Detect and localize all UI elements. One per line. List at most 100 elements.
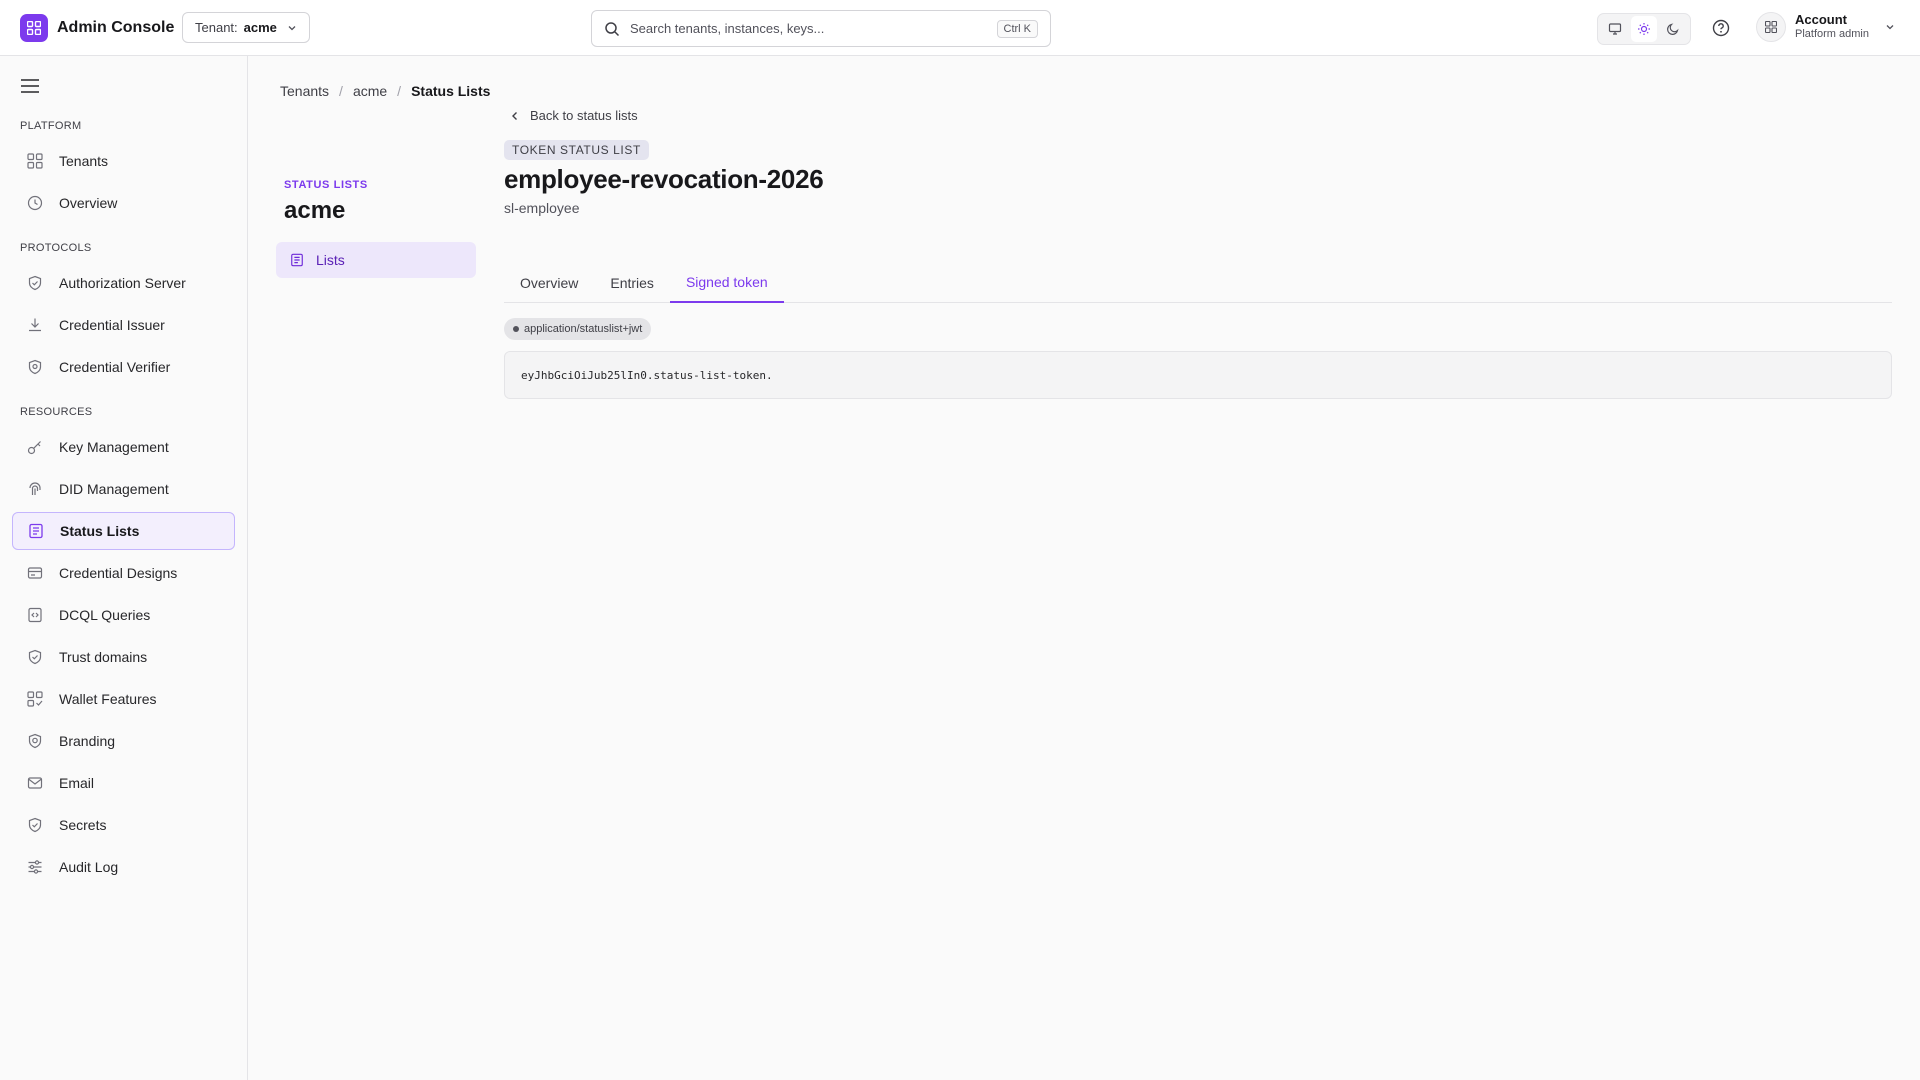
sun-icon[interactable] [1630,16,1657,42]
tab-overview[interactable]: Overview [504,262,594,303]
global-search[interactable]: Search tenants, instances, keys... Ctrl … [591,10,1051,47]
page-subtitle: sl-employee [504,200,580,216]
sub-sidebar-item-label: Lists [316,252,345,268]
account-role: Platform admin [1795,28,1869,41]
sidebar-item-credential-issuer[interactable]: Credential Issuer [12,306,235,344]
chevron-left-icon [510,111,520,121]
sidebar-item-label: Key Management [59,439,169,455]
clock-icon [26,194,44,212]
grid-check-icon [26,690,44,708]
signed-token-value: eyJhbGciOiJub25lIn0.status-list-token. [521,368,773,382]
sidebar-item-branding[interactable]: Branding [12,722,235,760]
list-document-icon [290,253,304,267]
sidebar-item-label: Secrets [59,817,107,833]
sidebar-item-audit-log[interactable]: Audit Log [12,848,235,886]
badge-shield-icon [26,732,44,750]
back-link[interactable]: Back to status lists [510,108,638,123]
media-type-badge: application/statuslist+jwt [504,318,652,340]
sidebar-item-label: Branding [59,733,116,749]
media-type-label: application/statuslist+jwt [524,323,643,335]
avatar [1756,12,1786,42]
account-name: Account [1795,12,1847,28]
sidebar-item-label: Credential Issuer [59,317,165,333]
tab-bar: Overview Entries Signed token [504,262,1892,303]
sidebar-item-trust-domains[interactable]: Trust domains [12,638,235,676]
sub-sidebar-title: acme [284,197,346,224]
breadcrumb-separator: / [397,83,402,99]
sidebar: PLATFORM Tenants Overview PROTOCOLS Auth… [0,56,248,1080]
id-card-icon [26,564,44,582]
app-logo-icon [20,14,48,42]
sidebar-item-credential-verifier[interactable]: Credential Verifier [12,348,235,386]
sidebar-item-wallet-features[interactable]: Wallet Features [12,680,235,718]
sidebar-item-label: Overview [59,195,118,211]
download-icon [26,316,44,334]
search-icon [604,21,620,37]
theme-switcher [1597,13,1691,45]
section-label-platform: PLATFORM [20,120,82,132]
key-icon [26,438,44,456]
sidebar-item-label: Trust domains [59,649,148,665]
sidebar-item-label: DID Management [59,481,169,497]
sidebar-item-secrets[interactable]: Secrets [12,806,235,844]
chevron-down-icon [1885,22,1895,32]
sidebar-item-status-lists[interactable]: Status Lists [12,512,235,550]
shield-check-icon [26,274,44,292]
sidebar-item-key-management[interactable]: Key Management [12,428,235,466]
sidebar-item-label: Tenants [59,153,109,169]
search-input[interactable]: Search tenants, instances, keys... [630,21,997,36]
sidebar-item-email[interactable]: Email [12,764,235,802]
help-icon[interactable] [1710,17,1732,39]
sliders-icon [26,858,44,876]
sidebar-item-label: Authorization Server [59,275,186,291]
brand[interactable]: Admin Console [20,14,174,42]
search-shortcut-hint: Ctrl K [996,19,1038,38]
sidebar-item-label: Credential Designs [59,565,178,581]
shield-check-icon [26,648,44,666]
sidebar-item-label: Audit Log [59,859,119,875]
sidebar-item-credential-designs[interactable]: Credential Designs [12,554,235,592]
tenant-selector[interactable]: Tenant: acme [182,12,310,43]
breadcrumb-item-current: Status Lists [411,83,491,99]
sidebar-item-label: Wallet Features [59,691,157,707]
breadcrumb: Tenants / acme / Status Lists [280,83,490,99]
fingerprint-icon [26,480,44,498]
sidebar-item-label: DCQL Queries [59,607,151,623]
sidebar-item-did-management[interactable]: DID Management [12,470,235,508]
grid-icon [26,152,44,170]
page-title: employee-revocation-2026 [504,164,824,194]
sidebar-item-dcql-queries[interactable]: DCQL Queries [12,596,235,634]
sidebar-item-authorization-server[interactable]: Authorization Server [12,264,235,302]
signed-token-box[interactable]: eyJhbGciOiJub25lIn0.status-list-token. [504,351,1892,399]
chevron-down-icon [287,23,297,33]
status-dot [513,326,519,332]
sub-sidebar-eyebrow: STATUS LISTS [284,179,368,191]
back-link-label: Back to status lists [530,108,638,123]
sub-sidebar-item-lists[interactable]: Lists [276,242,476,278]
menu-icon[interactable] [20,76,40,96]
code-file-icon [26,606,44,624]
sidebar-item-label: Status Lists [60,523,140,539]
monitor-icon[interactable] [1602,16,1628,42]
sidebar-item-label: Credential Verifier [59,359,171,375]
tenant-selector-label: Tenant: [195,20,238,35]
tab-signed-token[interactable]: Signed token [669,262,784,303]
section-label-protocols: PROTOCOLS [20,242,92,254]
list-document-icon [27,522,45,540]
breadcrumb-separator: / [339,83,343,99]
shield-check-icon [26,816,44,834]
breadcrumb-item-tenants[interactable]: Tenants [280,83,329,99]
shield-search-icon [26,358,44,376]
kind-badge: TOKEN STATUS LIST [504,140,649,160]
sidebar-item-overview[interactable]: Overview [12,184,235,222]
tab-entries[interactable]: Entries [594,262,670,303]
sidebar-item-label: Email [59,775,95,791]
sidebar-item-tenants[interactable]: Tenants [12,142,235,180]
tenant-selector-value: acme [243,20,277,35]
account-menu[interactable]: Account Platform admin [1756,12,1895,42]
section-label-resources: RESOURCES [20,406,93,418]
app-title: Admin Console [57,19,175,36]
mail-icon [26,774,44,792]
moon-icon[interactable] [1660,16,1686,42]
breadcrumb-item-acme[interactable]: acme [353,83,387,99]
